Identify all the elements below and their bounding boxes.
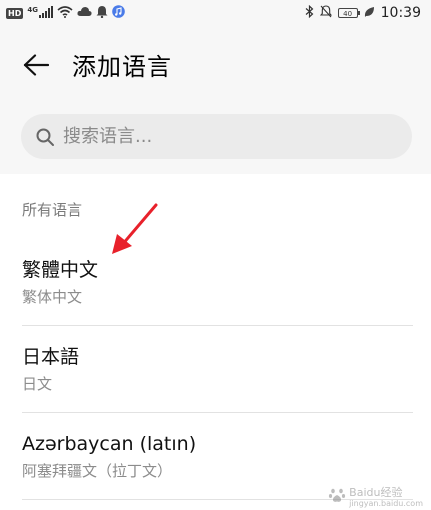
status-bar-left: HD 4G bbox=[6, 5, 125, 21]
bluetooth-icon bbox=[305, 4, 314, 21]
language-native-name: 繁体中文 bbox=[22, 288, 83, 306]
status-bar-right: 40 10:39 bbox=[305, 4, 421, 21]
battery-level: 40 bbox=[343, 10, 353, 18]
language-name: Azərbaycan (latın) bbox=[22, 433, 197, 455]
back-button[interactable] bbox=[22, 52, 50, 82]
watermark: Baidu经验 jingyan.baidu.com bbox=[328, 486, 423, 508]
section-header-all-languages: 所有语言 bbox=[22, 201, 83, 219]
language-item-japanese[interactable]: 日本語 日文 bbox=[0, 343, 431, 430]
language-native-name: 阿塞拜疆文（拉丁文） bbox=[22, 462, 173, 480]
wifi-icon bbox=[57, 5, 73, 21]
search-input[interactable] bbox=[63, 126, 383, 147]
paw-logo-icon bbox=[328, 486, 346, 508]
language-list: 所有语言 繁體中文 繁体中文 日本語 日文 Azərbaycan (latın)… bbox=[0, 174, 431, 510]
list-divider bbox=[22, 412, 413, 413]
watermark-subtext: jingyan.baidu.com bbox=[349, 498, 423, 508]
page-title: 添加语言 bbox=[72, 53, 172, 81]
cloud-icon bbox=[77, 6, 92, 20]
arrow-left-icon bbox=[23, 54, 50, 80]
notification-bell-icon bbox=[96, 5, 108, 21]
status-time: 10:39 bbox=[380, 5, 421, 21]
language-item-traditional-chinese[interactable]: 繁體中文 繁体中文 bbox=[0, 256, 431, 343]
status-bar: HD 4G 40 10:39 bbox=[0, 0, 431, 28]
search-section bbox=[0, 108, 431, 174]
music-app-icon bbox=[112, 5, 125, 21]
language-name: 日本語 bbox=[22, 346, 80, 368]
battery-icon: 40 bbox=[337, 8, 360, 18]
hd-badge: HD bbox=[6, 7, 24, 19]
search-icon bbox=[35, 127, 55, 147]
app-bar: 添加语言 bbox=[0, 28, 431, 108]
list-divider bbox=[22, 325, 413, 326]
add-language-screen: HD 4G 40 10:39 添加语言 搜索语言... 所有语言 繁體中文 繁体… bbox=[0, 0, 431, 510]
search-bar[interactable] bbox=[21, 114, 412, 159]
watermark-text: Baidu经验 bbox=[349, 485, 403, 499]
watermark-text-group: Baidu经验 jingyan.baidu.com bbox=[349, 485, 423, 508]
network-type-label: 4G bbox=[27, 6, 38, 14]
do-not-disturb-icon bbox=[319, 5, 332, 21]
leaf-icon bbox=[364, 6, 375, 21]
language-name: 繁體中文 bbox=[22, 259, 99, 281]
signal-icon bbox=[38, 5, 53, 21]
language-native-name: 日文 bbox=[22, 375, 53, 393]
